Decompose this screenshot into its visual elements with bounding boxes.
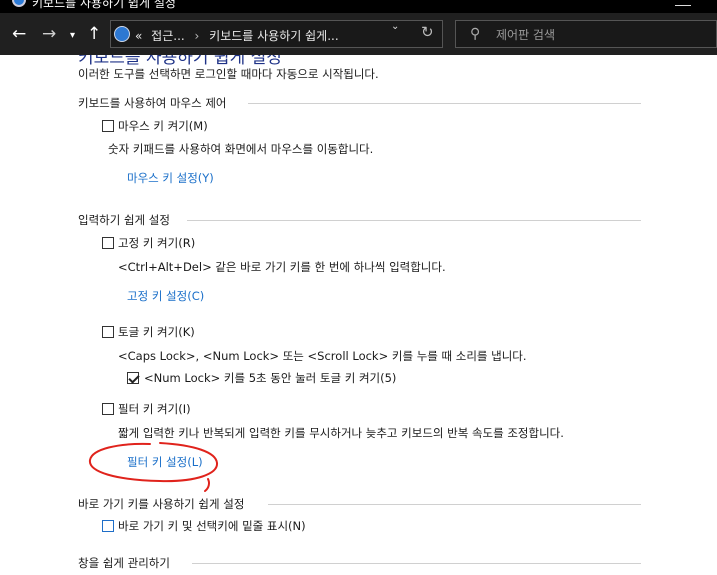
- sticky-keys-checkbox[interactable]: [102, 237, 114, 249]
- control-panel-icon: [12, 0, 26, 7]
- filter-keys-description: 짧게 입력한 키나 반복되게 입력한 키를 무시하거나 늦추고 키보드의 반복 …: [118, 426, 564, 440]
- window-title: 키보드를 사용하기 쉽게 설정: [32, 0, 176, 10]
- mouse-keys-description: 숫자 키패드를 사용하여 화면에서 마우스를 이동합니다.: [108, 142, 374, 156]
- mouse-keys-settings-link[interactable]: 마우스 키 설정(Y): [127, 170, 214, 186]
- filter-keys-checkbox[interactable]: [102, 403, 114, 415]
- filter-keys-label[interactable]: 필터 키 켜기(I): [118, 401, 191, 417]
- search-box[interactable]: ⚲: [455, 20, 717, 48]
- minimize-button[interactable]: [675, 5, 691, 6]
- breadcrumb-item-accessibility[interactable]: 접근...: [151, 29, 185, 43]
- section-divider: [248, 103, 641, 104]
- mouse-keys-checkbox[interactable]: [102, 120, 114, 132]
- forward-arrow-icon[interactable]: →: [42, 24, 56, 44]
- back-arrow-icon[interactable]: ←: [12, 24, 26, 44]
- control-panel-icon: [114, 26, 130, 42]
- underline-shortcuts-checkbox[interactable]: [102, 520, 114, 532]
- navigation-bar: ← → ▾ ↑ « 접근... › 키보드를 사용하기 쉽게... ⌄ ↻ ⚲: [0, 13, 717, 55]
- section-heading-typing: 입력하기 쉽게 설정: [78, 213, 170, 227]
- breadcrumb: « 접근... › 키보드를 사용하기 쉽게...: [135, 27, 339, 44]
- section-heading-shortcuts: 바로 가기 키를 사용하기 쉽게 설정: [78, 497, 245, 511]
- sticky-keys-label[interactable]: 고정 키 켜기(R): [118, 235, 195, 251]
- sticky-keys-description: <Ctrl+Alt+Del> 같은 바로 가기 키를 한 번에 하나씩 입력합니…: [118, 260, 446, 274]
- breadcrumb-item-keyboard[interactable]: 키보드를 사용하기 쉽게...: [209, 29, 338, 43]
- section-heading-mouse: 키보드를 사용하여 마우스 제어: [78, 96, 227, 110]
- breadcrumb-separator-icon: ›: [194, 29, 200, 43]
- toggle-keys-description: <Caps Lock>, <Num Lock> 또는 <Scroll Lock>…: [118, 349, 527, 363]
- section-heading-windows: 창을 쉽게 관리하기: [78, 556, 170, 570]
- search-input[interactable]: [494, 25, 698, 45]
- section-divider: [192, 563, 641, 564]
- main-content: 키보드를 사용하기 쉽게 설정 이러한 도구를 선택하면 로그인할 때마다 자동…: [0, 55, 717, 575]
- filter-keys-settings-link[interactable]: 필터 키 설정(L): [127, 454, 203, 470]
- refresh-icon[interactable]: ↻: [421, 23, 434, 41]
- window-titlebar: 키보드를 사용하기 쉽게 설정: [0, 0, 717, 13]
- section-divider: [268, 504, 641, 505]
- toggle-keys-checkbox[interactable]: [102, 326, 114, 338]
- recent-locations-chevron-icon[interactable]: ▾: [70, 26, 75, 46]
- toggle-keys-label[interactable]: 토글 키 켜기(K): [118, 324, 195, 340]
- up-arrow-icon[interactable]: ↑: [87, 24, 101, 44]
- mouse-keys-label[interactable]: 마우스 키 켜기(M): [118, 118, 208, 134]
- numlock-toggle-checkbox[interactable]: [127, 372, 139, 384]
- sticky-keys-settings-link[interactable]: 고정 키 설정(C): [127, 288, 204, 304]
- breadcrumb-overflow[interactable]: «: [135, 29, 142, 43]
- section-divider: [187, 220, 641, 221]
- numlock-toggle-label[interactable]: <Num Lock> 키를 5초 동안 눌러 토글 키 켜기(5): [144, 370, 396, 386]
- search-icon: ⚲: [470, 26, 481, 42]
- underline-shortcuts-label[interactable]: 바로 가기 키 및 선택키에 밑줄 표시(N): [118, 518, 306, 534]
- page-intro: 이러한 도구를 선택하면 로그인할 때마다 자동으로 시작됩니다.: [78, 67, 379, 81]
- address-dropdown-icon[interactable]: ⌄: [391, 21, 399, 32]
